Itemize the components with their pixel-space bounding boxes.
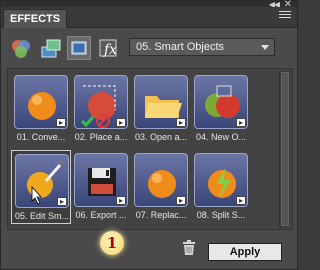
effect-thumbnail: ▸ xyxy=(74,153,128,207)
effect-label: 03. Open a... xyxy=(134,132,188,142)
filters-icon[interactable] xyxy=(9,36,33,60)
effect-thumbnail: ▸ xyxy=(14,75,68,129)
effect-label: 04. New O... xyxy=(195,132,247,142)
action-badge-icon: ▸ xyxy=(57,197,67,206)
effect-item[interactable]: ▸ 02. Place a... xyxy=(71,72,131,146)
effects-grid: ▸ 01. Conve... ▸ 02. Place a... ▸ 03. Op… xyxy=(11,72,275,224)
action-badge-icon: ▸ xyxy=(236,196,246,205)
effects-panel: ◀◀ ✕ EFFECTS fx 05. Smart Objects ▸ 01. … xyxy=(0,0,298,270)
effect-thumbnail: ▸ xyxy=(194,153,248,207)
effect-thumbnail: ▸ xyxy=(74,75,128,129)
effects-toolbar: fx 05. Smart Objects xyxy=(1,28,297,68)
layer-styles-icon[interactable] xyxy=(39,36,63,60)
effect-label: 05. Edit Sm... xyxy=(14,211,70,221)
effect-thumbnail: ▸ xyxy=(15,154,69,208)
show-all-icon[interactable]: fx xyxy=(97,36,121,60)
action-badge-icon: ▸ xyxy=(176,196,186,205)
chevron-down-icon xyxy=(261,45,269,50)
effect-label: 02. Place a... xyxy=(74,132,128,142)
effect-item[interactable]: ▸ 07. Replac... xyxy=(131,150,191,224)
action-badge-icon: ▸ xyxy=(56,118,66,127)
effect-item[interactable]: ▸ 06. Export ... xyxy=(71,150,131,224)
scroll-thumb[interactable] xyxy=(281,72,289,226)
effect-item[interactable]: ▸ 01. Conve... xyxy=(11,72,71,146)
effects-category-select[interactable]: 05. Smart Objects xyxy=(129,38,275,56)
effect-item[interactable]: ▸ 08. Split S... xyxy=(191,150,251,224)
apply-button[interactable]: Apply xyxy=(208,243,282,261)
action-badge-icon: ▸ xyxy=(116,118,126,127)
effect-item-selected[interactable]: ▸ 05. Edit Sm... xyxy=(11,150,71,224)
dropdown-value: 05. Smart Objects xyxy=(136,41,225,53)
effect-label: 01. Conve... xyxy=(16,132,66,142)
effect-label: 07. Replac... xyxy=(135,210,187,220)
effect-item[interactable]: ▸ 03. Open a... xyxy=(131,72,191,146)
step-marker: 1 xyxy=(100,231,124,255)
panel-header: EFFECTS xyxy=(1,7,297,28)
action-badge-icon: ▸ xyxy=(116,196,126,205)
photo-effects-icon[interactable] xyxy=(67,36,91,60)
effect-thumbnail: ▸ xyxy=(194,75,248,129)
effects-list: ▸ 01. Conve... ▸ 02. Place a... ▸ 03. Op… xyxy=(7,68,293,230)
action-badge-icon: ▸ xyxy=(236,118,246,127)
action-badge-icon: ▸ xyxy=(176,118,186,127)
effect-thumbnail: ▸ xyxy=(134,75,188,129)
scrollbar[interactable] xyxy=(279,71,290,227)
effect-label: 06. Export ... xyxy=(75,210,127,220)
effect-thumbnail: ▸ xyxy=(134,153,188,207)
panel-footer: 1 Apply xyxy=(1,229,297,269)
panel-menu-icon[interactable] xyxy=(279,11,291,22)
trash-icon[interactable] xyxy=(182,240,196,256)
tab-effects[interactable]: EFFECTS xyxy=(3,9,68,28)
effect-item[interactable]: ▸ 04. New O... xyxy=(191,72,251,146)
effect-label: 08. Split S... xyxy=(196,210,246,220)
svg-text:fx: fx xyxy=(103,42,117,58)
